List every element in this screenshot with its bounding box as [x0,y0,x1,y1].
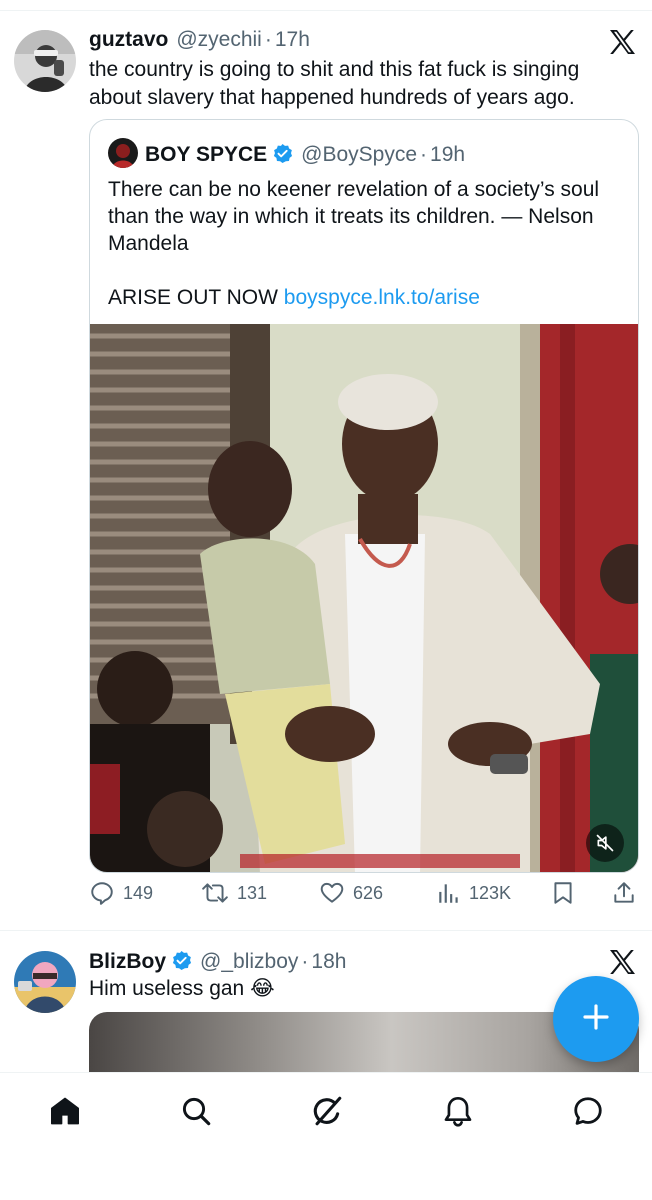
search-icon [180,1095,212,1132]
nav-search[interactable] [176,1093,216,1133]
views-icon [437,880,461,906]
verified-badge-icon [171,950,192,971]
cta-link[interactable]: boyspyce.lnk.to/arise [284,286,480,309]
share-button[interactable] [611,880,637,906]
video-player[interactable] [90,324,638,872]
compose-plus-icon [581,1002,611,1037]
separator-dot: · [301,950,309,973]
author-name[interactable]: guztavo [89,28,168,52]
repost-count: 131 [237,882,268,903]
author-handle[interactable]: @_blizboy [200,950,298,974]
verified-badge-icon [272,143,293,164]
post-text: Him useless gan 😂 [89,977,275,1000]
separator-dot: · [420,143,428,166]
avatar[interactable] [14,30,76,92]
quoted-header: BOY SPYCE @BoySpyce · 19h [145,140,465,167]
separator-dot: · [264,28,272,51]
mute-icon[interactable] [586,824,624,862]
like-icon [319,880,345,906]
post-actions: 149 131 626 123K [89,880,641,916]
notifications-icon [443,1095,473,1132]
post-header: BlizBoy @_blizboy · 18h [89,947,346,974]
quoted-avatar[interactable] [108,138,138,168]
x-logo-icon[interactable] [607,27,637,57]
nav-grok[interactable] [307,1093,347,1133]
quoted-post[interactable]: BOY SPYCE @BoySpyce · 19h There can be n… [89,119,639,873]
home-icon [49,1095,81,1132]
quoted-author-name[interactable]: BOY SPYCE [145,143,267,167]
reply-icon [89,880,115,906]
quoted-cta: ARISE OUT NOW boyspyce.lnk.to/arise [108,286,480,310]
quoted-post-time[interactable]: 19h [430,143,465,167]
reply-count: 149 [123,882,154,903]
avatar[interactable] [14,951,76,1013]
bottom-navigation [0,1072,652,1200]
nav-messages[interactable] [568,1093,608,1133]
video-frame [90,324,638,872]
post-guztavo[interactable]: guztavo @zyechii · 17h the country is go… [0,0,652,930]
author-name[interactable]: BlizBoy [89,950,166,974]
nav-home[interactable] [45,1093,85,1133]
post-time[interactable]: 18h [311,950,346,974]
like-button[interactable]: 626 [319,880,383,906]
post-time[interactable]: 17h [275,28,310,52]
nav-notifications[interactable] [438,1093,478,1133]
post-text: the country is going to shit and this fa… [89,58,580,109]
cta-text: ARISE OUT NOW [108,286,284,309]
quoted-text: There can be no keener revelation of a s… [108,178,600,255]
author-handle[interactable]: @zyechii [176,28,262,52]
views-button[interactable]: 123K [437,880,511,906]
x-logo-icon[interactable] [607,947,637,977]
views-count: 123K [469,882,512,903]
share-icon [611,880,637,906]
quoted-author-handle[interactable]: @BoySpyce [301,143,417,167]
compose-button[interactable] [553,976,639,1062]
repost-button[interactable]: 131 [201,880,267,906]
post-header: guztavo @zyechii · 17h [89,28,310,52]
bookmark-button[interactable] [551,880,575,906]
repost-icon [201,880,229,906]
reply-button[interactable]: 149 [89,880,153,906]
bookmark-icon [551,880,575,906]
like-count: 626 [353,882,384,903]
messages-icon [572,1095,604,1132]
grok-icon [310,1094,344,1133]
